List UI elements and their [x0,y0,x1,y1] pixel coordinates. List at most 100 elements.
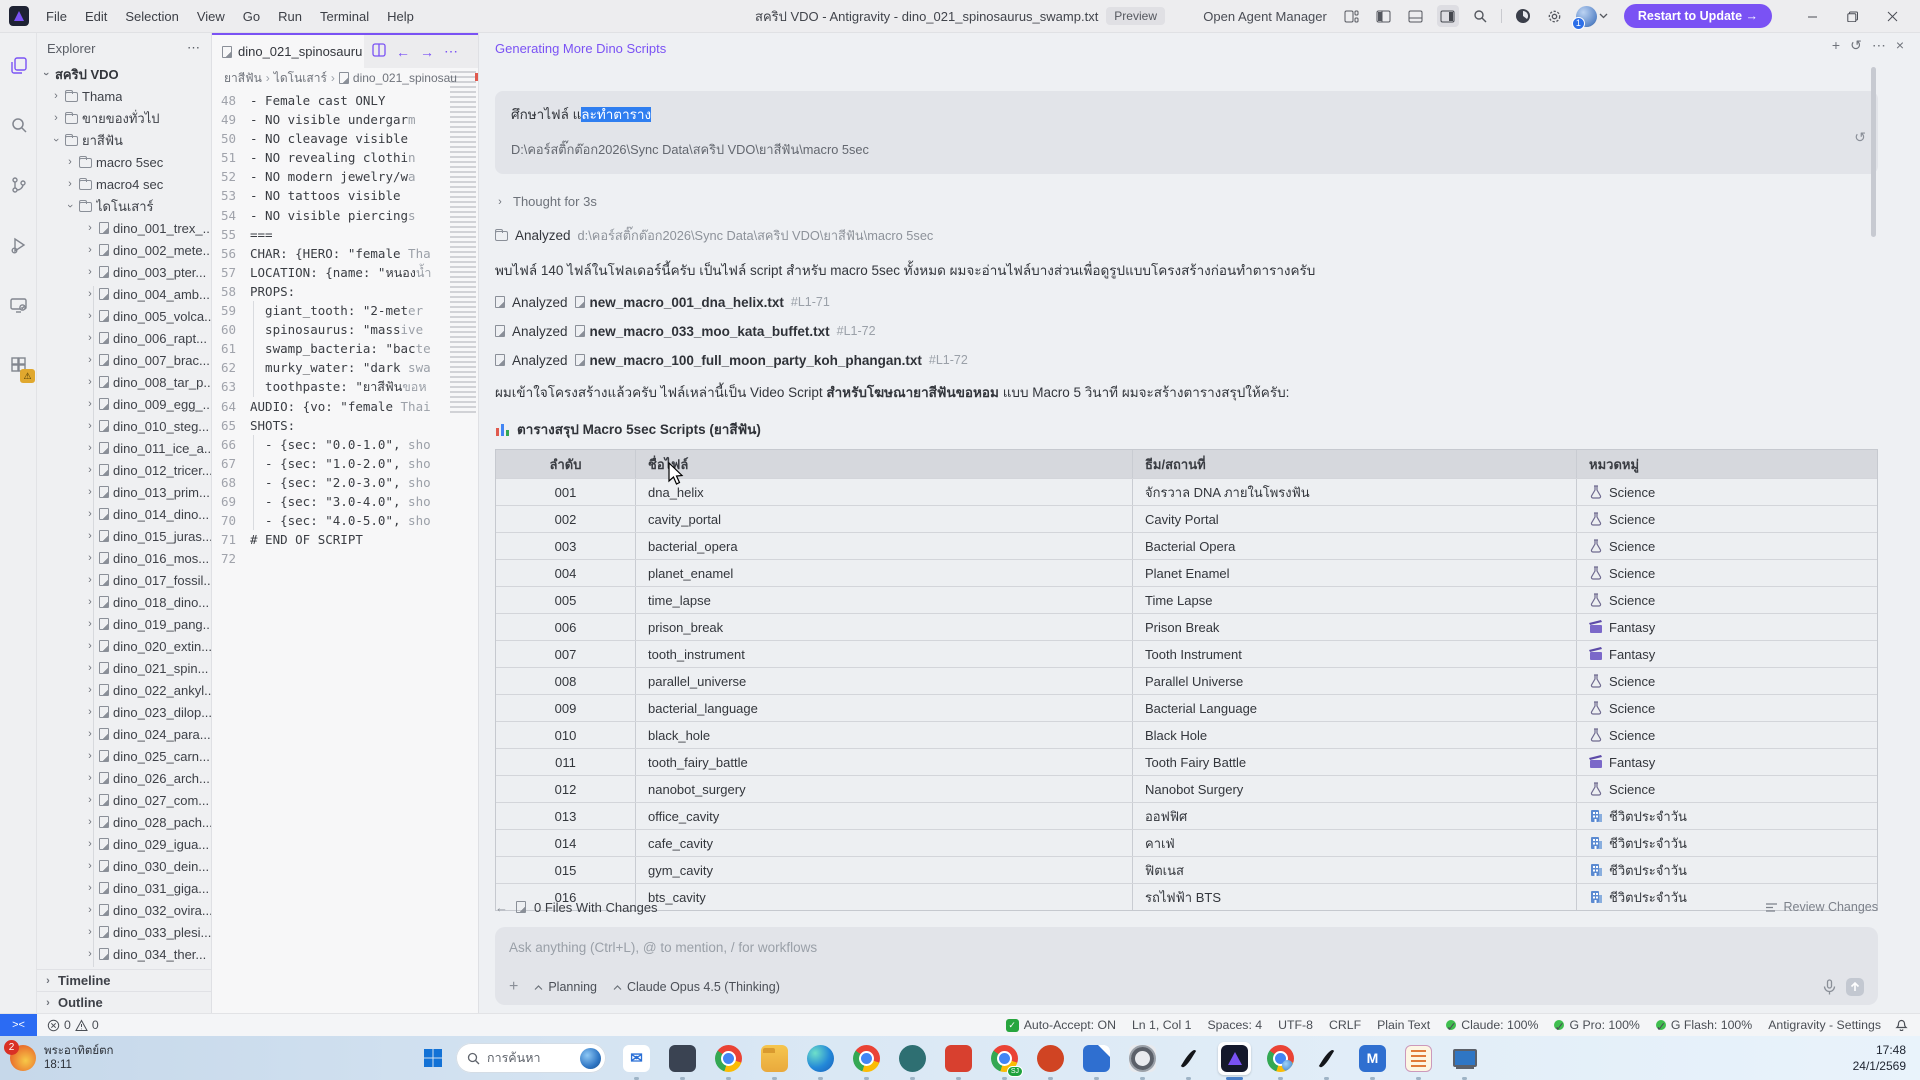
chrome-2-icon[interactable] [850,1042,883,1075]
panel-scrollbar[interactable] [1871,67,1876,237]
analyzed-file-name[interactable]: new_macro_100_full_moon_party_koh_phanga… [590,353,922,368]
toggle-secondary-sidebar-icon[interactable] [1437,5,1459,27]
analyzed-file-name[interactable]: new_macro_033_moo_kata_buffet.txt [590,324,830,339]
open-agent-manager-button[interactable]: Open Agent Manager [1203,9,1327,24]
settings-gear-icon[interactable] [1126,1042,1159,1075]
timeline-section[interactable]: ›Timeline [37,969,211,991]
tree-item[interactable]: › dino_028_pach... [37,811,211,833]
add-context-icon[interactable]: + [509,978,518,996]
run-debug-icon[interactable] [0,225,37,265]
restart-to-update-button[interactable]: Restart to Update → [1624,4,1772,28]
quill-app-icon[interactable] [1172,1042,1205,1075]
settings-gear-icon[interactable] [1544,5,1566,27]
problems-indicator[interactable]: 0 0 [37,1018,109,1032]
tree-item[interactable]: › dino_031_giga... [37,877,211,899]
menu-item[interactable]: Selection [116,0,187,33]
statusbar-item[interactable]: ✓ UTF-8 [1270,1014,1321,1037]
conversation-title[interactable]: Generating More Dino Scripts [495,41,666,56]
tree-item[interactable]: › ไดโนเสาร์ [37,195,211,217]
history-icon[interactable]: ↺ [1850,37,1862,54]
explorer-icon[interactable] [0,45,37,85]
thought-row[interactable]: › Thought for 3s [495,194,1878,209]
menu-item[interactable]: View [188,0,234,33]
toggle-panel-icon[interactable] [1405,5,1427,27]
tree-item[interactable]: › dino_001_trex_... [37,217,211,239]
menu-item[interactable]: Go [234,0,269,33]
breadcrumb-file[interactable]: dino_021_spinosau [353,71,457,85]
statusbar-item[interactable]: ✓ Plain Text [1369,1014,1438,1037]
tree-item[interactable]: › dino_014_dino... [37,503,211,525]
tree-item[interactable]: › dino_026_arch... [37,767,211,789]
tab-dino-021[interactable]: dino_021_spinosauru [212,35,364,68]
statusbar-item[interactable]: ✓ G Pro: 100% [1546,1014,1647,1037]
tree-item[interactable]: › macro4 sec [37,173,211,195]
menu-item[interactable]: Help [378,0,423,33]
minimize-button[interactable] [1792,0,1832,33]
explorer-more-actions-icon[interactable]: ⋯ [187,40,201,56]
tree-item[interactable]: › dino_010_steg... [37,415,211,437]
file-explorer-icon[interactable] [758,1042,791,1075]
tree-item[interactable]: › dino_027_com... [37,789,211,811]
tree-item[interactable]: › dino_003_pter... [37,261,211,283]
taskbar-clock[interactable]: 17:48 24/1/2569 [1853,1042,1920,1074]
tree-item[interactable]: › ยาสีฟัน [37,129,211,151]
panel-more-icon[interactable]: ⋯ [1872,37,1886,54]
mode-selector[interactable]: Planning [534,980,597,994]
tree-item[interactable]: › dino_025_carn... [37,745,211,767]
menu-item[interactable]: Terminal [311,0,378,33]
chat-input[interactable]: Ask anything (Ctrl+L), @ to mention, / f… [495,927,1878,1005]
chrome-icon[interactable] [712,1042,745,1075]
tree-item[interactable]: › dino_013_prim... [37,481,211,503]
statusbar-item[interactable]: ✓ G Flash: 100% [1648,1014,1760,1037]
tree-item[interactable]: › dino_021_spin... [37,657,211,679]
close-button[interactable] [1872,0,1912,33]
tree-item[interactable]: › dino_006_rapt... [37,327,211,349]
analyzed-file-name[interactable]: new_macro_001_dna_helix.txt [590,295,784,310]
maximize-button[interactable] [1832,0,1872,33]
quill-app-2-icon[interactable] [1310,1042,1343,1075]
statusbar-item[interactable]: ✓ Antigravity - Settings [1760,1014,1889,1037]
statusbar-item[interactable]: ✓ Ln 1, Col 1 [1124,1014,1199,1037]
blue-doc-app-icon[interactable] [1080,1042,1113,1075]
computer-icon[interactable] [1448,1042,1481,1075]
tree-item[interactable]: › dino_002_mete... [37,239,211,261]
m-app-icon[interactable] [1356,1042,1389,1075]
tree-item[interactable]: › dino_017_fossil... [37,569,211,591]
minimap[interactable] [450,71,476,416]
tree-item[interactable]: › ขายของทั่วไป [37,107,211,129]
breadcrumb-folder[interactable]: ไดโนเสาร์ [274,69,327,88]
tree-item[interactable]: › dino_018_dino... [37,591,211,613]
tree-root-folder[interactable]: › สคริป VDO [37,63,211,85]
powerpoint-icon[interactable] [1034,1042,1067,1075]
toggle-primary-sidebar-icon[interactable] [1373,5,1395,27]
tree-item[interactable]: › dino_005_volca... [37,305,211,327]
search-icon[interactable] [1469,5,1491,27]
tree-item[interactable]: › dino_034_ther... [37,943,211,965]
tree-item[interactable]: › dino_024_para... [37,723,211,745]
menu-item[interactable]: Edit [76,0,116,33]
statusbar-item[interactable]: ✓ Auto-Accept: ON [998,1014,1124,1037]
new-conversation-icon[interactable]: + [1832,37,1840,54]
back-icon[interactable]: ← [495,900,508,915]
menu-item[interactable]: File [37,0,76,33]
navigate-back-icon[interactable]: ← [396,44,410,60]
teal-app-icon[interactable] [896,1042,929,1075]
tree-item[interactable]: › dino_019_pang... [37,613,211,635]
send-icon[interactable] [1846,978,1864,996]
restore-checkpoint-icon[interactable]: ↺ [1854,129,1866,146]
outline-section[interactable]: ›Outline [37,991,211,1013]
user-account-button[interactable]: 1 [1576,6,1608,27]
analyzed-file-row[interactable]: Analyzed new_macro_100_full_moon_party_k… [495,353,1878,368]
chrome-profile-icon[interactable]: SJ [988,1042,1021,1075]
menu-item[interactable]: Run [269,0,311,33]
customize-layout-icon[interactable] [1341,5,1363,27]
extensions-icon[interactable]: ⚠ [0,345,37,385]
weather-widget[interactable]: 2 พระอาทิตย์ตก18:11 [0,1044,150,1073]
tree-item[interactable]: › dino_008_tar_p... [37,371,211,393]
notifications-bell-icon[interactable] [1889,1017,1920,1034]
tree-item[interactable]: › dino_009_egg_... [37,393,211,415]
tree-item[interactable]: › dino_020_extin... [37,635,211,657]
analyzed-folder-row[interactable]: Analyzed d:\คอร์สติ๊กต๊อก2026\Sync Data\… [495,225,1878,246]
source-control-icon[interactable] [0,165,37,205]
tree-item[interactable]: › dino_011_ice_a... [37,437,211,459]
